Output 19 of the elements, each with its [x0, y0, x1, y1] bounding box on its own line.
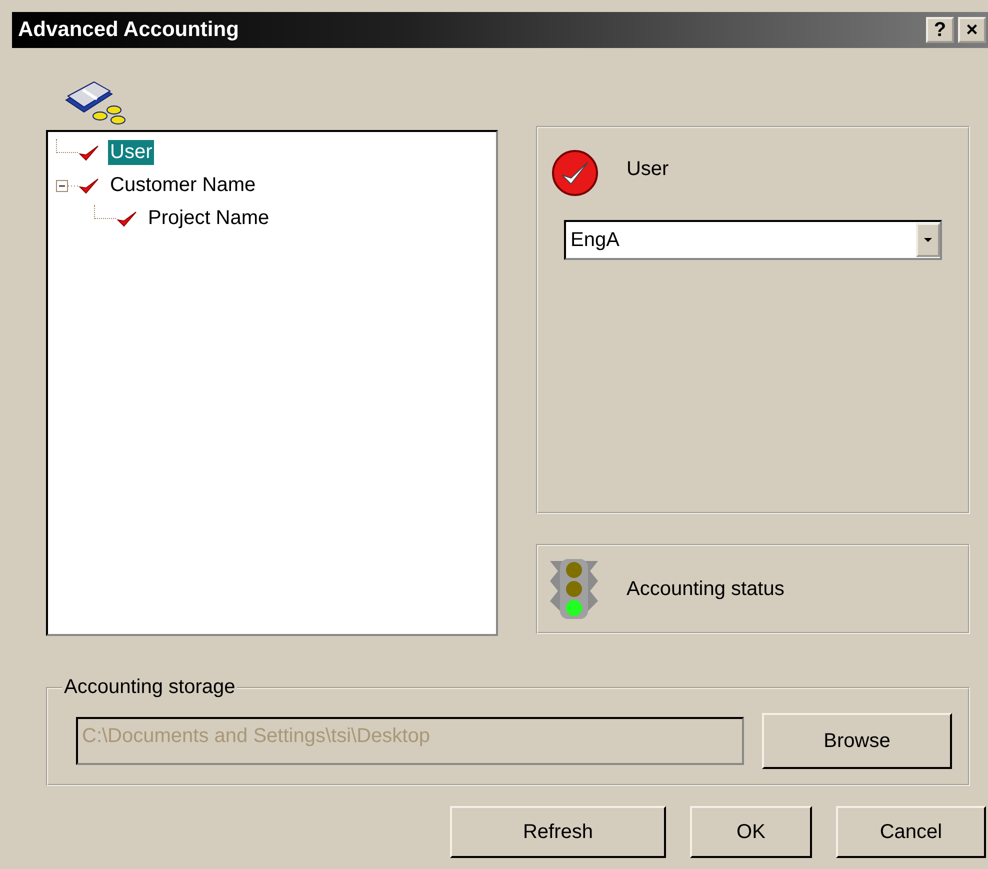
browse-button[interactable]: Browse — [762, 713, 952, 769]
tree-item[interactable]: Customer Name — [108, 173, 258, 198]
user-dropdown[interactable]: EngA — [564, 220, 942, 260]
close-button[interactable]: × — [958, 17, 986, 43]
group-label: Accounting storage — [63, 676, 236, 699]
check-icon[interactable] — [78, 142, 100, 162]
window-title: Advanced Accounting — [18, 18, 240, 42]
check-icon — [550, 148, 600, 198]
caret-icon — [923, 237, 933, 243]
dialog-button[interactable]: OK — [690, 806, 812, 858]
dialog-button[interactable]: Cancel — [836, 806, 986, 858]
check-icon[interactable] — [78, 176, 100, 196]
tree-item[interactable]: User — [108, 140, 154, 165]
tree-item[interactable]: Project Name — [146, 206, 272, 231]
help-button[interactable]: ? — [926, 17, 954, 43]
dialog-button[interactable]: Refresh — [450, 806, 666, 858]
panel-heading: User — [626, 158, 669, 181]
status-label: Accounting status — [626, 578, 784, 600]
check-icon[interactable] — [116, 208, 138, 228]
